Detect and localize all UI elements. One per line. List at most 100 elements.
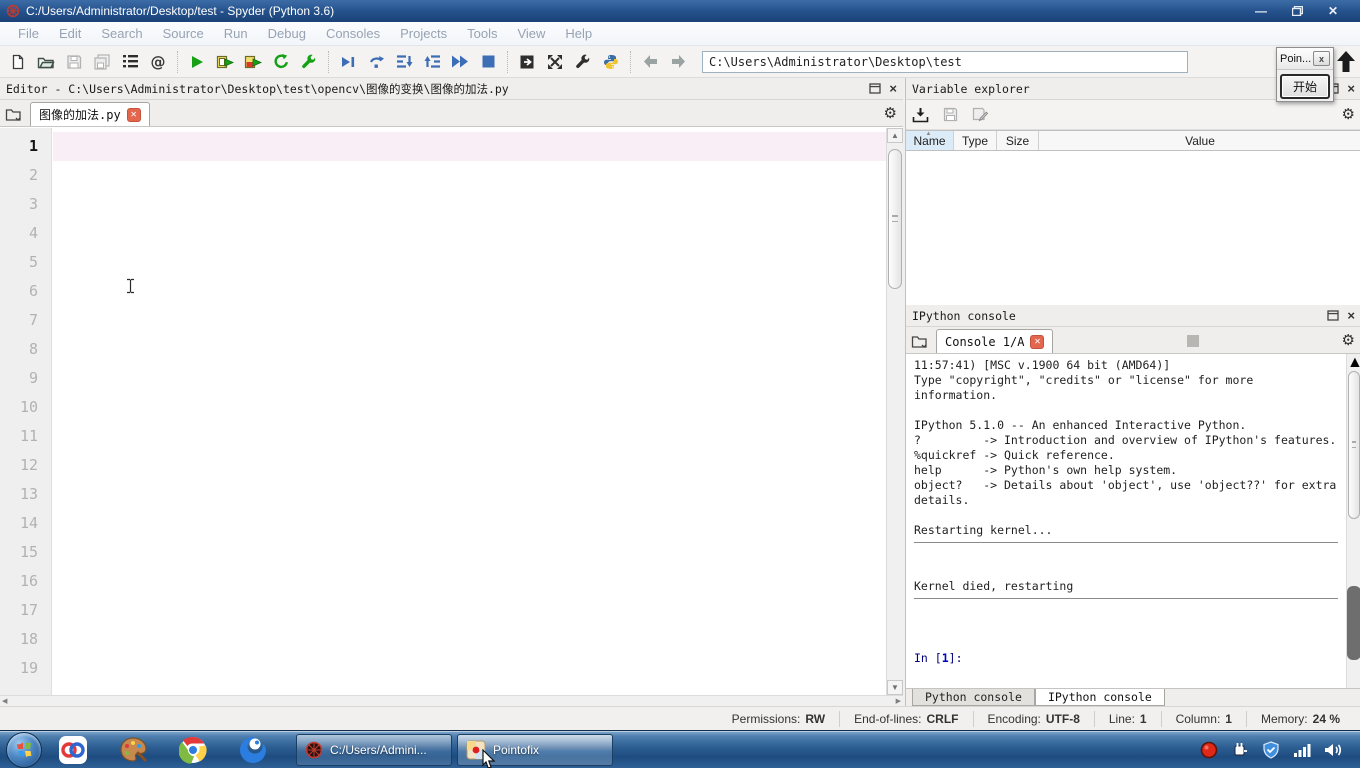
menu-source[interactable]: Source [153,24,214,43]
step-over-icon[interactable] [362,49,390,75]
open-file-icon[interactable] [32,49,60,75]
editor-text-area[interactable]: 1 2 3 4 5 6 7 8 9 10 11 12 13 14 15 16 1 [0,128,903,706]
configure-icon[interactable] [295,49,323,75]
quicklaunch-app-icon[interactable] [56,735,90,765]
editor-tab-active[interactable]: 图像的加法.py ✕ [30,102,150,126]
start-button[interactable] [6,731,42,768]
close-pane-icon[interactable]: × [1347,309,1355,322]
run-cell-icon[interactable] [211,49,239,75]
power-plug-tray-icon[interactable] [1231,741,1249,759]
column-type[interactable]: Type [954,131,997,150]
editor-scroll-thumb[interactable] [888,149,902,289]
tab-close-icon[interactable]: ✕ [126,107,141,122]
interrupt-kernel-icon[interactable] [1186,334,1200,348]
taskbar-window-pointofix[interactable]: Pointofix [457,733,613,768]
paint-app-icon[interactable] [116,735,150,765]
mouse-cursor [482,748,496,768]
minimize-button[interactable]: — [1248,3,1274,19]
menu-search[interactable]: Search [91,24,152,43]
up-directory-icon[interactable] [1336,50,1356,74]
back-icon[interactable] [636,49,664,75]
line-number: 3 [28,195,38,213]
stop-debug-icon[interactable] [474,49,502,75]
console-output-area[interactable]: 11:57:41) [MSC v.1900 64 bit (AMD64)] Ty… [906,354,1346,688]
symbol-finder-icon[interactable]: @ [144,49,172,75]
column-name[interactable]: ▲ Name [906,131,954,150]
menu-edit[interactable]: Edit [49,24,91,43]
editor-options-gear-icon[interactable]: ⚙ [884,104,897,123]
tab-close-icon[interactable]: ✕ [1030,334,1045,349]
step-into-icon[interactable] [390,49,418,75]
close-pane-icon[interactable]: × [889,82,897,95]
taskbar-window-spyder[interactable]: C:/Users/Admini... [296,733,452,766]
pointofix-close-icon[interactable]: x [1313,51,1330,66]
overlay-scroll-thumb[interactable] [1347,586,1360,660]
variable-table-body[interactable] [906,151,1360,272]
working-directory-input[interactable] [702,50,1188,73]
import-data-icon[interactable] [912,107,929,123]
volume-tray-icon[interactable] [1324,742,1342,758]
browse-tabs-icon[interactable] [906,329,932,353]
security-shield-tray-icon[interactable] [1262,740,1280,759]
status-line: Line: 1 [1093,710,1161,727]
browser-swirl-icon[interactable] [236,735,270,765]
line-number: 6 [28,282,38,300]
chrome-icon[interactable] [176,735,210,765]
menu-view[interactable]: View [507,24,555,43]
console-scroll-thumb[interactable] [1348,371,1360,519]
forward-icon[interactable] [664,49,692,75]
undock-icon[interactable] [869,83,882,94]
browse-tabs-icon[interactable] [0,102,26,126]
save-data-icon[interactable] [943,107,958,122]
close-button[interactable]: ✕ [1320,3,1346,19]
save-data-as-icon[interactable] [972,107,989,123]
new-file-icon[interactable] [4,49,32,75]
continue-icon[interactable] [446,49,474,75]
menu-run[interactable]: Run [214,24,258,43]
console-line: details. [914,493,970,507]
console-options-gear-icon[interactable]: ⚙ [1342,331,1355,350]
toolbar-separator [630,50,631,73]
menu-tools[interactable]: Tools [457,24,507,43]
menu-debug[interactable]: Debug [258,24,316,43]
scroll-up-arrow[interactable]: ▲ [1347,354,1360,371]
scroll-up-arrow[interactable]: ▲ [887,128,903,143]
pointofix-start-button[interactable]: 开始 [1280,74,1330,99]
scroll-right-arrow[interactable]: ▶ [896,697,901,705]
preferences-wrench-icon[interactable] [569,49,597,75]
maximize-pane-icon[interactable] [513,49,541,75]
fullscreen-icon[interactable] [541,49,569,75]
run-cell-advance-icon[interactable] [239,49,267,75]
recording-tray-icon[interactable] [1200,741,1218,759]
console-tab-active[interactable]: Console 1/A ✕ [936,329,1054,353]
menu-help[interactable]: Help [555,24,602,43]
menu-consoles[interactable]: Consoles [316,24,390,43]
editor-vertical-scrollbar[interactable]: ▲ ▼ [886,128,903,695]
scroll-down-arrow[interactable]: ▼ [887,680,903,695]
rerun-icon[interactable] [267,49,295,75]
console-prompt[interactable]: In [1]: [914,651,1346,666]
tab-python-console[interactable]: Python console [912,689,1035,706]
run-icon[interactable] [183,49,211,75]
restore-button[interactable] [1284,3,1310,19]
pointofix-title-bar[interactable]: Poin... x [1277,48,1333,70]
scroll-left-arrow[interactable]: ◀ [2,697,7,705]
save-icon[interactable] [60,49,88,75]
step-return-icon[interactable] [418,49,446,75]
menu-file[interactable]: File [8,24,49,43]
tab-ipython-console[interactable]: IPython console [1034,689,1165,706]
undock-icon[interactable] [1327,310,1340,321]
debug-icon[interactable] [334,49,362,75]
close-pane-icon[interactable]: × [1347,82,1355,95]
network-signal-tray-icon[interactable] [1293,742,1311,758]
console-vertical-scrollbar[interactable]: ▲ ▼ [1346,354,1360,688]
menu-projects[interactable]: Projects [390,24,457,43]
column-size[interactable]: Size [997,131,1039,150]
save-all-icon[interactable] [88,49,116,75]
column-value[interactable]: Value [1039,131,1360,150]
variable-explorer-gear-icon[interactable]: ⚙ [1342,105,1355,124]
python-path-icon[interactable] [597,49,625,75]
editor-horizontal-scrollbar[interactable]: ◀ ▶ [0,695,903,706]
file-switcher-icon[interactable] [116,49,144,75]
